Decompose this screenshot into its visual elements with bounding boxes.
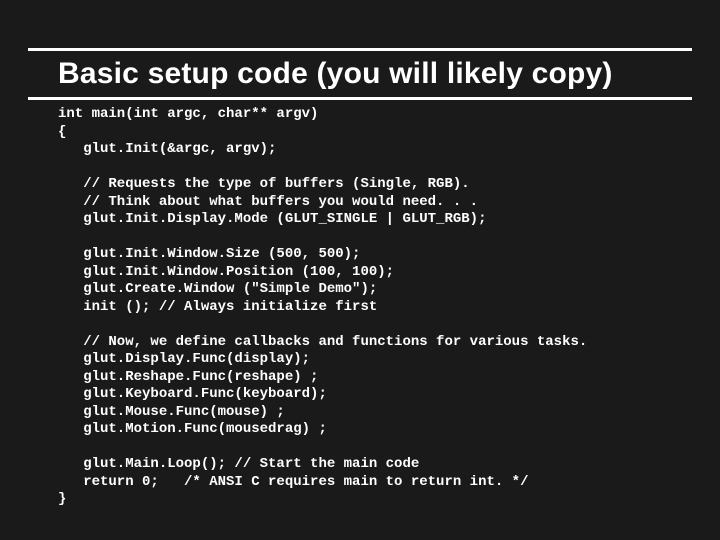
code-block: int main(int argc, char** argv) { glut.I… xyxy=(58,106,692,509)
divider-top xyxy=(28,48,692,51)
slide: Basic setup code (you will likely copy) … xyxy=(0,0,720,540)
slide-title: Basic setup code (you will likely copy) xyxy=(58,57,692,91)
divider-under-title xyxy=(28,97,692,100)
